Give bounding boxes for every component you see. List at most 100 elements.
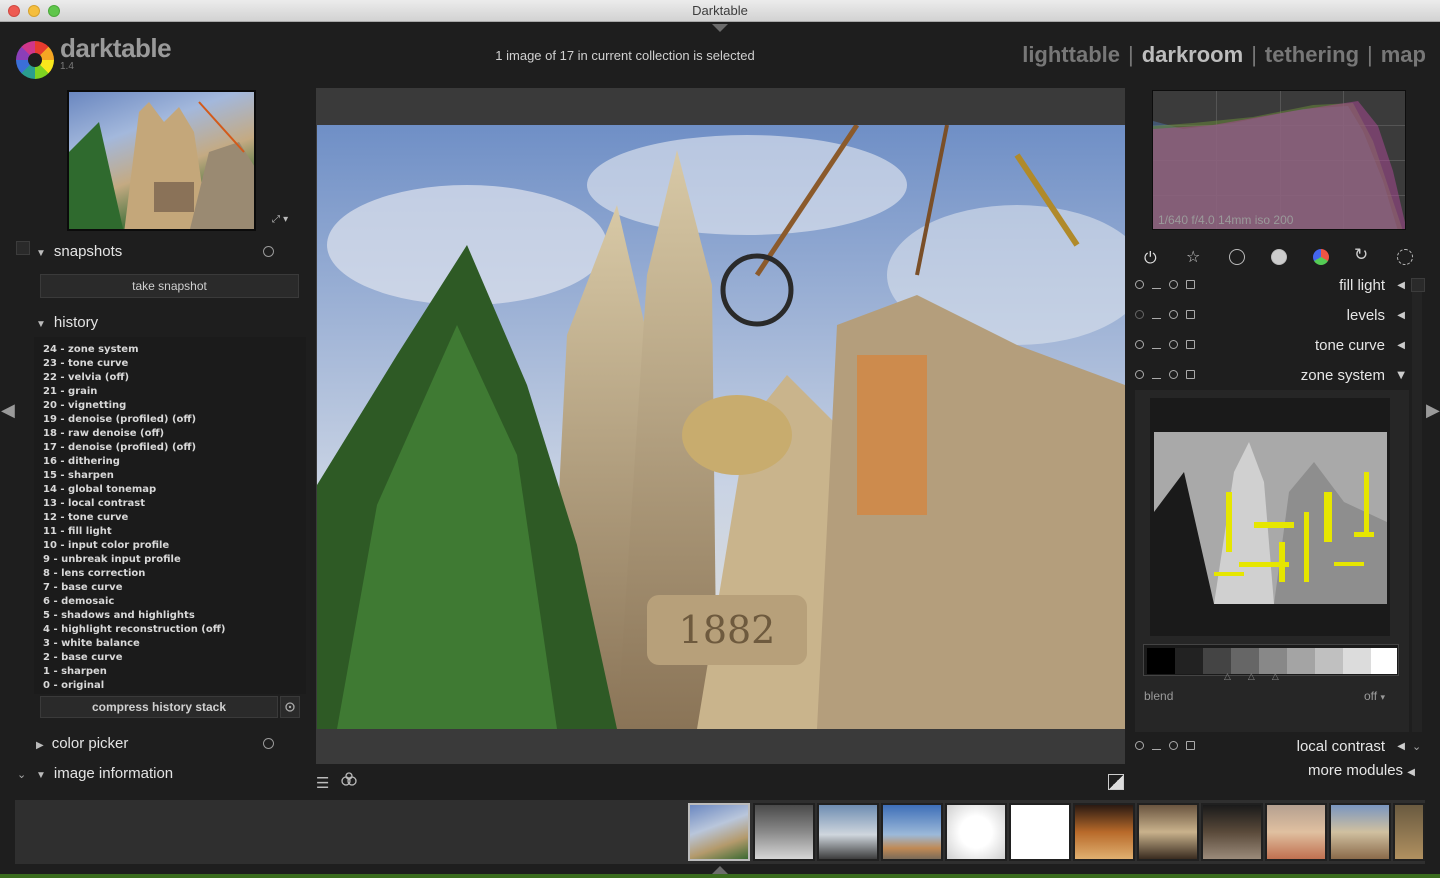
module-power-icon[interactable]	[1135, 370, 1144, 379]
module-levels[interactable]: levels ◀	[1133, 304, 1411, 328]
history-item[interactable]: 0 - original	[43, 679, 306, 693]
module-instance-icon[interactable]	[1186, 280, 1195, 289]
history-item[interactable]: 24 - zone system	[43, 343, 306, 357]
filmstrip-thumb[interactable]	[945, 803, 1007, 861]
module-instance-icon[interactable]	[1186, 310, 1195, 319]
top-panel-collapse-icon[interactable]	[712, 24, 728, 32]
filmstrip-thumb[interactable]	[1329, 803, 1391, 861]
history-item[interactable]: 18 - raw denoise (off)	[43, 427, 306, 441]
view-lighttable[interactable]: lighttable	[1022, 42, 1120, 67]
module-presets-icon[interactable]	[1152, 370, 1161, 379]
view-tethering[interactable]: tethering	[1265, 42, 1359, 67]
right-panel-collapse-icon[interactable]: ▶	[1426, 400, 1440, 421]
module-instance-icon[interactable]	[1186, 741, 1195, 750]
module-reset-icon[interactable]	[1169, 340, 1178, 349]
module-instance-icon[interactable]	[1186, 370, 1195, 379]
styles-icon[interactable]	[341, 772, 357, 792]
module-local-contrast[interactable]: local contrast ◀	[1133, 735, 1411, 759]
module-power-icon[interactable]	[1135, 741, 1144, 750]
more-modules-button[interactable]: more modules ◀	[1308, 762, 1415, 779]
active-modules-power-icon[interactable]: ⏻	[1144, 248, 1157, 268]
right-scroll-down-icon[interactable]: ⌄	[1412, 740, 1421, 753]
history-item[interactable]: 10 - input color profile	[43, 539, 306, 553]
history-item[interactable]: 16 - dithering	[43, 455, 306, 469]
snapshots-header[interactable]: ▼ snapshots	[36, 243, 122, 260]
presets-menu-icon[interactable]: ☰	[316, 774, 329, 792]
history-item[interactable]: 21 - grain	[43, 385, 306, 399]
create-style-icon[interactable]	[280, 696, 300, 718]
left-scroll-up-icon[interactable]	[16, 241, 30, 255]
snapshots-reset-icon[interactable]	[263, 246, 274, 257]
history-item[interactable]: 23 - tone curve	[43, 357, 306, 371]
module-tone-curve[interactable]: tone curve ◀	[1133, 334, 1411, 358]
right-scroll-up-icon[interactable]	[1411, 278, 1425, 292]
module-power-icon[interactable]	[1135, 280, 1144, 289]
history-item[interactable]: 15 - sharpen	[43, 469, 306, 483]
module-power-icon[interactable]	[1135, 310, 1144, 319]
filmstrip-thumb-selected[interactable]	[688, 803, 750, 861]
filmstrip-thumb[interactable]	[1137, 803, 1199, 861]
module-zone-system[interactable]: zone system ▼	[1133, 364, 1411, 388]
correction-group-icon[interactable]: ↻	[1354, 245, 1368, 265]
history-item[interactable]: 12 - tone curve	[43, 511, 306, 525]
blend-mode-select[interactable]: off ▾	[1364, 689, 1385, 703]
module-presets-icon[interactable]	[1152, 310, 1161, 319]
image-information-header[interactable]: ▼ image information	[36, 765, 173, 782]
filmstrip-thumb[interactable]	[817, 803, 879, 861]
history-item[interactable]: 2 - base curve	[43, 651, 306, 665]
compress-history-button[interactable]: compress history stack	[40, 696, 278, 718]
history-item[interactable]: 19 - denoise (profiled) (off)	[43, 413, 306, 427]
filmstrip-thumb[interactable]	[881, 803, 943, 861]
favorites-star-icon[interactable]: ☆	[1186, 247, 1200, 266]
filmstrip-thumb[interactable]	[1009, 803, 1071, 861]
history-item[interactable]: 13 - local contrast	[43, 497, 306, 511]
history-item[interactable]: 1 - sharpen	[43, 665, 306, 679]
history-item[interactable]: 8 - lens correction	[43, 567, 306, 581]
overexposed-toggle-icon[interactable]	[1108, 774, 1124, 790]
history-item[interactable]: 20 - vignetting	[43, 399, 306, 413]
module-presets-icon[interactable]	[1152, 741, 1161, 750]
history-item[interactable]: 9 - unbreak input profile	[43, 553, 306, 567]
histogram[interactable]: 1/640 f/4.0 14mm iso 200	[1152, 90, 1406, 230]
bottom-panel-collapse-icon[interactable]	[712, 866, 728, 874]
history-item[interactable]: 22 - velvia (off)	[43, 371, 306, 385]
color-picker-reset-icon[interactable]	[263, 738, 274, 749]
filmstrip-thumb[interactable]	[1201, 803, 1263, 861]
basic-group-icon[interactable]	[1229, 249, 1245, 265]
module-power-icon[interactable]	[1135, 340, 1144, 349]
view-map[interactable]: map	[1381, 42, 1426, 67]
module-instance-icon[interactable]	[1186, 340, 1195, 349]
take-snapshot-button[interactable]: take snapshot	[40, 274, 299, 298]
module-fill-light[interactable]: fill light ◀	[1133, 274, 1411, 298]
module-presets-icon[interactable]	[1152, 280, 1161, 289]
left-scroll-down-icon[interactable]: ⌄	[17, 768, 26, 781]
module-presets-icon[interactable]	[1152, 340, 1161, 349]
history-item[interactable]: 17 - denoise (profiled) (off)	[43, 441, 306, 455]
filmstrip-thumb[interactable]	[753, 803, 815, 861]
view-darkroom[interactable]: darkroom	[1142, 42, 1243, 67]
module-reset-icon[interactable]	[1169, 370, 1178, 379]
history-item[interactable]: 3 - white balance	[43, 637, 306, 651]
filmstrip-thumb[interactable]	[1265, 803, 1327, 861]
color-picker-header[interactable]: ▶ color picker	[36, 735, 128, 752]
effects-group-icon[interactable]	[1397, 249, 1413, 265]
history-item[interactable]: 14 - global tonemap	[43, 483, 306, 497]
left-panel-collapse-icon[interactable]: ◀	[1, 400, 15, 421]
history-item[interactable]: 4 - highlight reconstruction (off)	[43, 623, 306, 637]
navigation-preview[interactable]	[67, 90, 256, 231]
module-reset-icon[interactable]	[1169, 280, 1178, 289]
module-reset-icon[interactable]	[1169, 741, 1178, 750]
zoom-selector-icon[interactable]: ⤢ ▾	[272, 214, 288, 225]
zone-markers[interactable]: △△△	[1224, 672, 1296, 682]
main-image[interactable]: 1882	[317, 125, 1125, 729]
color-group-icon[interactable]	[1313, 249, 1329, 265]
history-header[interactable]: ▼ history	[36, 314, 98, 331]
module-reset-icon[interactable]	[1169, 310, 1178, 319]
history-item[interactable]: 11 - fill light	[43, 525, 306, 539]
filmstrip-thumb[interactable]	[1073, 803, 1135, 861]
right-panel-scrollbar[interactable]	[1412, 292, 1422, 732]
filmstrip-thumb[interactable]	[1393, 803, 1425, 861]
history-item[interactable]: 7 - base curve	[43, 581, 306, 595]
tone-group-icon[interactable]	[1271, 249, 1287, 265]
history-item[interactable]: 6 - demosaic	[43, 595, 306, 609]
